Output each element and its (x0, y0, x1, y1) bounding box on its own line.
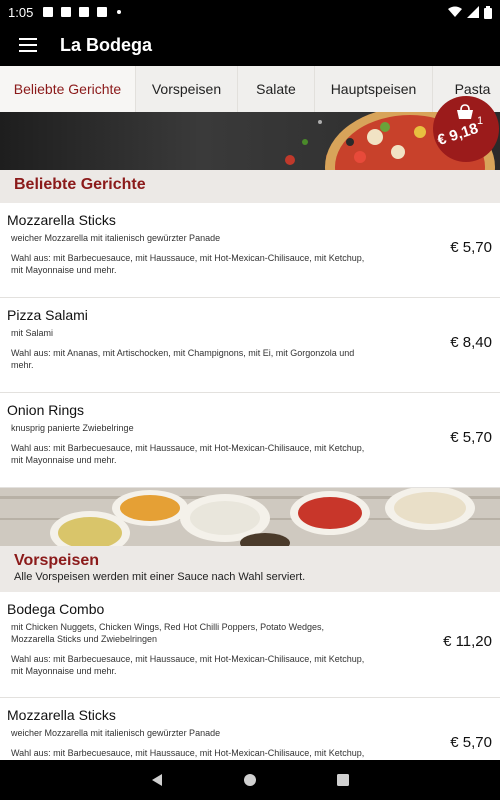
status-bar: 1:05 (0, 0, 500, 24)
item-options: Wahl aus: mit Barbecuesauce, mit Haussau… (11, 253, 365, 275)
item-description: weicher Mozzarella mit italienisch gewür… (11, 728, 221, 738)
recents-icon[interactable] (336, 773, 350, 787)
pizza-banner-image (0, 112, 500, 170)
item-description: weicher Mozzarella mit italienisch gewür… (11, 233, 221, 243)
item-description: mit Chicken Nuggets, Chicken Wings, Red … (11, 622, 324, 644)
section-title: Vorspeisen (14, 552, 100, 569)
item-price: € 5,70 (450, 239, 492, 256)
tab-salate[interactable]: Salate (238, 66, 315, 112)
tab-beliebte-gerichte[interactable]: Beliebte Gerichte (0, 66, 136, 112)
cart-total: € 9,18 (435, 119, 481, 150)
cart-badge[interactable]: 1 € 9,18 (433, 96, 499, 162)
system-navigation-bar (0, 760, 500, 800)
menu-item[interactable]: Bodega Combo mit Chicken Nuggets, Chicke… (0, 592, 500, 698)
section-header-vorspeisen: Vorspeisen Alle Vorspeisen werden mit ei… (0, 546, 500, 592)
section-title: Beliebte Gerichte (14, 176, 146, 193)
item-name: Pizza Salami (7, 307, 88, 323)
menu-item[interactable]: Mozzarella Sticks weicher Mozzarella mit… (0, 698, 500, 760)
menu-item[interactable]: Mozzarella Sticks weicher Mozzarella mit… (0, 203, 500, 298)
item-name: Mozzarella Sticks (7, 707, 116, 723)
shopping-bag-icon (457, 104, 473, 119)
more-notifications-icon (117, 10, 122, 14)
item-name: Onion Rings (7, 402, 85, 418)
item-price: € 11,20 (443, 633, 492, 650)
item-options: Wahl aus: mit Barbecuesauce, mit Haussau… (11, 654, 365, 676)
wifi-icon (448, 6, 462, 17)
item-options: Wahl aus: mit Barbecuesauce, mit Haussau… (11, 748, 365, 758)
item-price: € 5,70 (450, 429, 492, 446)
menu-item[interactable]: Onion Rings knusprig panierte Zwiebelrin… (0, 393, 500, 488)
notification-icon (43, 7, 54, 17)
item-price: € 5,70 (450, 734, 492, 751)
cart-count: 1 (477, 115, 484, 127)
item-price: € 8,40 (450, 334, 492, 351)
app-bar: La Bodega (0, 24, 500, 66)
menu-content[interactable]: Beliebte Gerichte Mozzarella Sticks weic… (0, 112, 500, 760)
item-options: Wahl aus: mit Barbecuesauce, mit Haussau… (11, 443, 365, 465)
app-title: La Bodega (60, 34, 153, 55)
section-header-beliebte-gerichte: Beliebte Gerichte (0, 170, 500, 203)
home-icon[interactable] (243, 773, 257, 787)
category-tabs: Beliebte Gerichte Vorspeisen Salate Haup… (0, 66, 500, 112)
menu-item[interactable]: Pizza Salami mit Salami Wahl aus: mit An… (0, 298, 500, 393)
battery-icon (484, 5, 492, 19)
tab-vorspeisen[interactable]: Vorspeisen (136, 66, 238, 112)
item-description: mit Salami (11, 328, 54, 338)
notification-icon (97, 7, 108, 17)
tab-hauptspeisen[interactable]: Hauptspeisen (315, 66, 433, 112)
back-icon[interactable] (150, 773, 164, 787)
item-description: knusprig panierte Zwiebelringe (11, 423, 134, 433)
notification-icon (61, 7, 72, 17)
section-note: Alle Vorspeisen werden mit einer Sauce n… (14, 571, 306, 583)
status-time: 1:05 (8, 4, 34, 20)
hamburger-menu-icon[interactable] (0, 24, 56, 66)
item-name: Mozzarella Sticks (7, 212, 116, 228)
signal-icon (467, 6, 479, 18)
notification-icon (79, 7, 90, 17)
item-name: Bodega Combo (7, 601, 105, 617)
starters-banner-image (0, 488, 500, 546)
item-options: Wahl aus: mit Ananas, mit Artischocken, … (11, 348, 355, 370)
